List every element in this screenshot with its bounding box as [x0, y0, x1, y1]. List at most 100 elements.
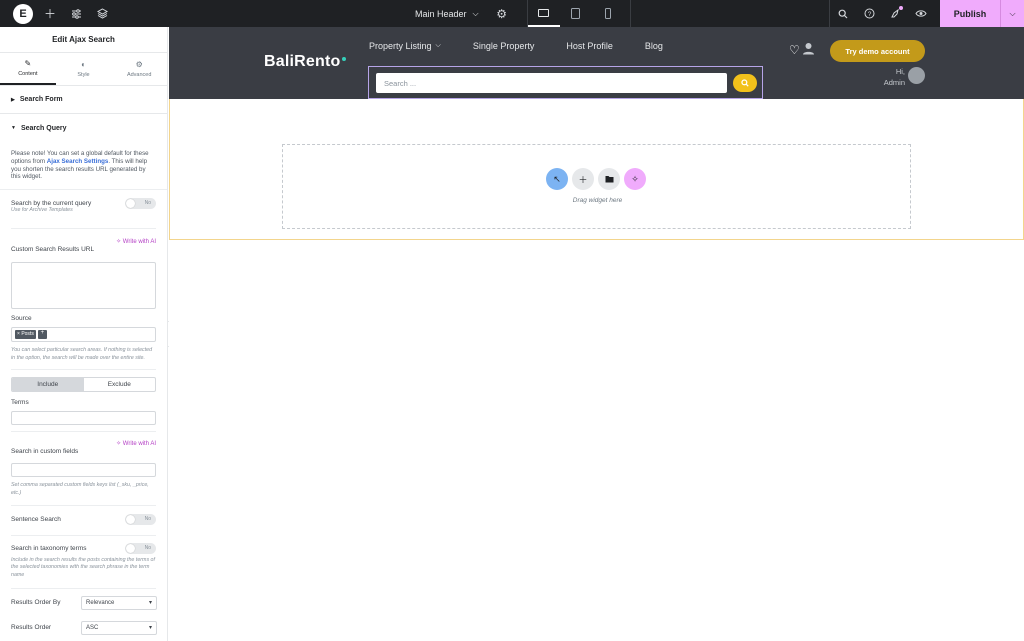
page-settings-gear-icon[interactable]: ⚙: [489, 0, 515, 27]
sentence-search-control: Sentence Search No: [0, 506, 167, 532]
brand-dot: [342, 57, 347, 61]
publish-options-chevron-icon[interactable]: ⌵: [1000, 0, 1024, 27]
search-input[interactable]: Search ...: [376, 73, 727, 93]
tab-content[interactable]: ✎ Content: [0, 53, 56, 85]
mobile-device-button[interactable]: [592, 0, 624, 27]
brand-name: BaliRento: [264, 53, 341, 70]
tab-advanced[interactable]: ⚙ Advanced: [111, 53, 167, 85]
chevron-down-icon: ▾: [148, 625, 152, 632]
add-section-plus-icon[interactable]: ＋: [572, 168, 594, 190]
mobile-icon: [604, 8, 611, 19]
greeting-hi: Hi,: [895, 67, 905, 76]
add-source-button[interactable]: +: [37, 330, 47, 339]
nav-item-host-profile[interactable]: Host Profile: [566, 41, 613, 51]
drop-zone-actions: ↖ ＋ ✧: [546, 168, 646, 190]
section-search-form[interactable]: ▶ Search Form: [0, 86, 167, 114]
custom-fields-control: Search in custom fields ✧ Write with AI …: [0, 440, 167, 497]
source-tag[interactable]: × Posts: [15, 330, 36, 339]
site-logo[interactable]: BaliRento: [264, 53, 347, 71]
widget-drop-zone[interactable]: ↖ ＋ ✧ Drag widget here: [282, 144, 911, 229]
preview-eye-icon[interactable]: [908, 0, 934, 27]
search-icon: [741, 79, 749, 87]
avatar[interactable]: [908, 67, 925, 84]
current-query-toggle[interactable]: No: [125, 198, 156, 209]
control-label: Terms: [11, 399, 29, 407]
editor-canvas: BaliRento Property Listing ⌵ Single Prop…: [169, 27, 1024, 641]
taxonomy-terms-control: Search in taxonomy terms No Include in t…: [0, 536, 167, 580]
divider: [629, 0, 631, 27]
ajax-search-widget[interactable]: Search ...: [368, 66, 763, 99]
chevron-down-icon: ⌵: [435, 42, 441, 49]
divider: [11, 369, 156, 371]
help-icon[interactable]: ?: [856, 0, 882, 27]
terms-input[interactable]: [11, 411, 156, 426]
add-element-icon[interactable]: ＋: [37, 0, 63, 27]
contrast-icon: ◐: [81, 60, 86, 69]
section-label: Search Form: [19, 96, 63, 103]
chevron-down-icon: ▾: [148, 600, 152, 607]
order-select[interactable]: ASC ▾: [81, 620, 157, 635]
divider: [11, 431, 156, 433]
search-submit-button[interactable]: [733, 74, 757, 92]
nav-item-blog[interactable]: Blog: [645, 41, 663, 51]
divider: [11, 228, 156, 229]
toggle-knob: [126, 514, 135, 524]
svg-text:?: ?: [867, 11, 871, 18]
tab-label: Content: [18, 71, 38, 77]
pencil-icon: ✎: [24, 59, 32, 68]
nav-item-property-listing[interactable]: Property Listing ⌵: [369, 41, 441, 51]
toggle-text: No: [144, 544, 151, 551]
editor-topbar: E ＋ Main Header ⌵ ⚙ ? Publish ⌵: [0, 0, 1024, 27]
publish-button-group: Publish ⌵: [940, 0, 1024, 27]
main-nav: Property Listing ⌵ Single Property Host …: [369, 41, 695, 51]
source-control: Source × Posts + You can select particul…: [0, 315, 167, 362]
include-tab[interactable]: Include: [12, 378, 84, 392]
source-select[interactable]: × Posts +: [11, 327, 156, 342]
document-name: Main Header: [415, 8, 467, 19]
taxonomy-terms-toggle[interactable]: No: [125, 542, 156, 554]
section-label: Search Query: [20, 124, 67, 132]
greeting-username: Admin: [883, 77, 905, 87]
panel-tabs: ✎ Content ◐ Style ⚙ Advanced: [0, 53, 167, 86]
publish-button[interactable]: Publish: [940, 9, 1000, 19]
elementor-logo[interactable]: E: [13, 3, 33, 24]
control-help: You can select particular search areas. …: [11, 347, 153, 361]
custom-fields-input[interactable]: [11, 463, 156, 478]
site-settings-icon[interactable]: [63, 0, 89, 27]
tab-label: Style: [77, 72, 90, 78]
structure-layers-icon[interactable]: [89, 0, 115, 27]
wishlist-heart-icon[interactable]: ♡: [789, 43, 800, 57]
tablet-icon: [571, 8, 581, 19]
site-header: BaliRento Property Listing ⌵ Single Prop…: [169, 27, 1024, 99]
order-by-select[interactable]: Relevance ▾: [81, 595, 157, 610]
tablet-device-button[interactable]: [560, 0, 592, 27]
notification-dot: [899, 6, 903, 10]
section-search-query[interactable]: ▼ Search Query: [0, 114, 167, 142]
control-help: Include in the search results the posts …: [11, 556, 155, 579]
tab-style[interactable]: ◐ Style: [56, 53, 112, 85]
ajax-search-settings-link[interactable]: Ajax Search Settings: [47, 158, 109, 165]
sentence-search-toggle[interactable]: No: [125, 513, 156, 525]
notifications-rocket-icon[interactable]: [882, 0, 908, 27]
exclude-tab[interactable]: Exclude: [84, 378, 156, 391]
gear-icon: ⚙: [135, 60, 143, 69]
search-icon[interactable]: [830, 0, 856, 27]
write-with-ai-button[interactable]: ✧ Write with AI: [116, 440, 156, 447]
ai-label: Write with AI: [122, 441, 156, 448]
document-name-dropdown[interactable]: Main Header ⌵: [405, 9, 489, 19]
select-value: Relevance: [86, 599, 115, 606]
chevron-down-icon: ⌵: [472, 8, 479, 18]
global-settings-note: Please note! You can set a global defaul…: [0, 142, 167, 190]
select-cursor-icon[interactable]: ↖: [546, 168, 568, 190]
account-user-icon[interactable]: [802, 42, 815, 58]
ai-sparkle-icon[interactable]: ✧: [624, 168, 646, 190]
template-library-folder-icon[interactable]: [598, 168, 620, 190]
write-with-ai-button[interactable]: ✧ Write with AI: [116, 238, 156, 245]
desktop-device-button[interactable]: [527, 0, 560, 27]
tab-label: Advanced: [126, 72, 152, 78]
caret-down-icon: ▼: [11, 125, 16, 131]
custom-url-textarea[interactable]: [11, 262, 156, 309]
nav-item-single-property[interactable]: Single Property: [473, 41, 535, 51]
caret-right-icon: ▶: [11, 96, 15, 103]
try-demo-account-button[interactable]: Try demo account: [830, 40, 925, 62]
